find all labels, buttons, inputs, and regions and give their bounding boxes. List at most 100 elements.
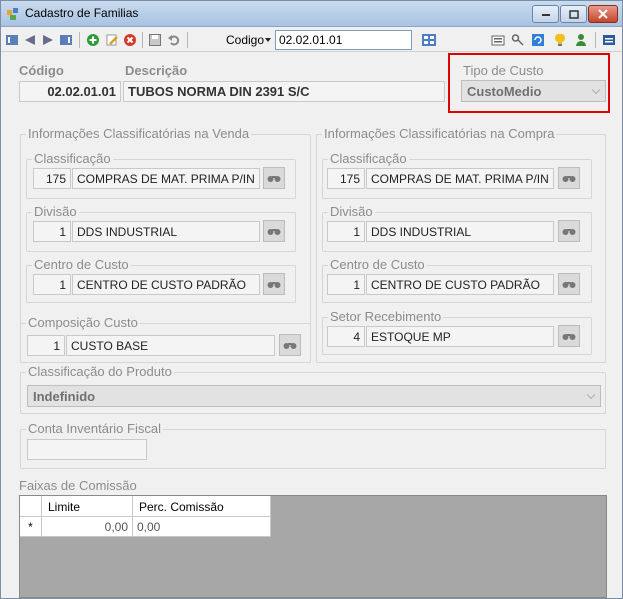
search-input[interactable]: 02.02.01.01: [275, 30, 412, 50]
binoculars-icon: [267, 229, 281, 235]
edit-button[interactable]: [105, 33, 119, 47]
chevron-down-icon[interactable]: [265, 38, 271, 42]
title-bar: Cadastro de Familias: [1, 1, 622, 27]
binoculars-icon: [562, 229, 576, 235]
classificacao-produto-label: Classificação do Produto: [26, 364, 174, 379]
binoculars-icon: [283, 343, 297, 349]
save-button[interactable]: [148, 33, 162, 47]
delete-button[interactable]: [123, 33, 137, 47]
compra-divisao-search-button[interactable]: [558, 220, 580, 242]
previous-record-button[interactable]: [23, 33, 37, 47]
conta-inventario-field[interactable]: [27, 439, 147, 460]
codigo-field[interactable]: 02.02.01.01: [19, 81, 121, 102]
compra-setor-search-button[interactable]: [558, 325, 580, 347]
codigo-label: Código: [19, 63, 64, 78]
filter-button[interactable]: [511, 33, 525, 47]
save-icon: [149, 34, 161, 46]
new-row-marker: *: [20, 517, 42, 537]
compra-setor-code[interactable]: 4: [327, 326, 365, 347]
lightbulb-icon: [554, 33, 566, 46]
venda-group-title: Informações Classificatórias na Venda: [26, 126, 252, 141]
compra-classificacao-code[interactable]: 175: [327, 168, 365, 189]
user-button[interactable]: [574, 33, 588, 47]
compra-centro-custo-desc: CENTRO DE CUSTO PADRÃO: [366, 274, 554, 295]
grid-row-header-corner: [20, 496, 42, 517]
grid-cell-perc[interactable]: 0,00: [133, 517, 271, 537]
search-field-label[interactable]: Codigo: [226, 33, 264, 47]
compra-divisao-code[interactable]: 1: [327, 221, 365, 242]
exit-button[interactable]: [602, 33, 616, 47]
comissao-grid: Limite Perc. Comissão * 0,00 0,00: [19, 495, 607, 598]
venda-centro-custo-code[interactable]: 1: [33, 274, 71, 295]
binoculars-icon: [267, 176, 281, 182]
refresh-icon: [532, 34, 544, 46]
user-icon: [576, 34, 586, 46]
binoculars-icon: [267, 282, 281, 288]
binoculars-icon: [562, 176, 576, 182]
venda-classificacao-desc: COMPRAS DE MAT. PRIMA P/IN: [72, 168, 260, 189]
toolbar-separator: [595, 32, 596, 48]
next-icon: [43, 35, 53, 45]
binoculars-icon: [562, 334, 576, 340]
report-button[interactable]: [491, 33, 505, 47]
last-icon: [60, 35, 72, 45]
compra-setor-desc: ESTOQUE MP: [366, 326, 554, 347]
venda-classificacao-label: Classificação: [32, 151, 113, 166]
venda-composicao-search-button[interactable]: [279, 334, 301, 356]
pencil-icon: [106, 34, 118, 46]
classificacao-produto-select[interactable]: Indefinido: [27, 385, 601, 407]
key-icon: [511, 34, 524, 46]
venda-divisao-desc: DDS INDUSTRIAL: [72, 221, 260, 242]
maximize-icon: [568, 9, 579, 19]
compra-classificacao-desc: COMPRAS DE MAT. PRIMA P/IN: [366, 168, 554, 189]
first-record-button[interactable]: [5, 33, 19, 47]
compra-divisao-desc: DDS INDUSTRIAL: [366, 221, 554, 242]
compra-centro-custo-search-button[interactable]: [558, 273, 580, 295]
venda-centro-custo-desc: CENTRO DE CUSTO PADRÃO: [72, 274, 260, 295]
venda-divisao-label: Divisão: [32, 204, 79, 219]
venda-composicao-desc: CUSTO BASE: [66, 335, 275, 356]
grid-cell-limite[interactable]: 0,00: [42, 517, 133, 537]
descricao-label: Descrição: [125, 63, 188, 78]
close-button[interactable]: [588, 5, 618, 23]
add-icon: [87, 34, 99, 46]
report-icon: [491, 35, 505, 46]
venda-composicao-code[interactable]: 1: [27, 335, 65, 356]
add-button[interactable]: [86, 33, 100, 47]
main-window: Cadastro de Familias Codigo 02.02.01.01 …: [0, 0, 623, 599]
highlight-annotation: [448, 53, 610, 113]
descricao-field[interactable]: TUBOS NORMA DIN 2391 S/C: [123, 81, 445, 102]
minimize-button[interactable]: [532, 5, 559, 23]
undo-button[interactable]: [167, 33, 181, 47]
search-go-button[interactable]: [421, 33, 437, 47]
compra-centro-custo-code[interactable]: 1: [327, 274, 365, 295]
compra-classificacao-search-button[interactable]: [558, 167, 580, 189]
compra-centro-custo-label: Centro de Custo: [328, 257, 427, 272]
toolbar-separator: [79, 32, 80, 48]
next-record-button[interactable]: [41, 33, 55, 47]
grid-column-perc-comissao[interactable]: Perc. Comissão: [133, 496, 271, 517]
comissao-label: Faixas de Comissão: [19, 478, 137, 493]
maximize-button[interactable]: [560, 5, 587, 23]
close-icon: [598, 9, 608, 19]
app-icon: [6, 7, 20, 21]
window-title: Cadastro de Familias: [25, 6, 139, 20]
compra-setor-label: Setor Recebimento: [328, 309, 444, 324]
help-button[interactable]: [553, 33, 567, 47]
chevron-down-icon: [586, 390, 596, 400]
compra-classificacao-label: Classificação: [328, 151, 409, 166]
grid-column-limite[interactable]: Limite: [42, 496, 133, 517]
previous-icon: [25, 35, 35, 45]
venda-centro-custo-search-button[interactable]: [263, 273, 285, 295]
venda-centro-custo-label: Centro de Custo: [32, 257, 131, 272]
undo-icon: [168, 35, 180, 46]
venda-divisao-code[interactable]: 1: [33, 221, 71, 242]
venda-divisao-search-button[interactable]: [263, 220, 285, 242]
conta-inventario-label: Conta Inventário Fiscal: [26, 421, 163, 436]
venda-classificacao-search-button[interactable]: [263, 167, 285, 189]
last-record-button[interactable]: [59, 33, 73, 47]
venda-composicao-label: Composição Custo: [26, 315, 140, 330]
venda-classificacao-code[interactable]: 175: [33, 168, 71, 189]
toolbar-separator: [187, 32, 188, 48]
refresh-button[interactable]: [531, 33, 545, 47]
